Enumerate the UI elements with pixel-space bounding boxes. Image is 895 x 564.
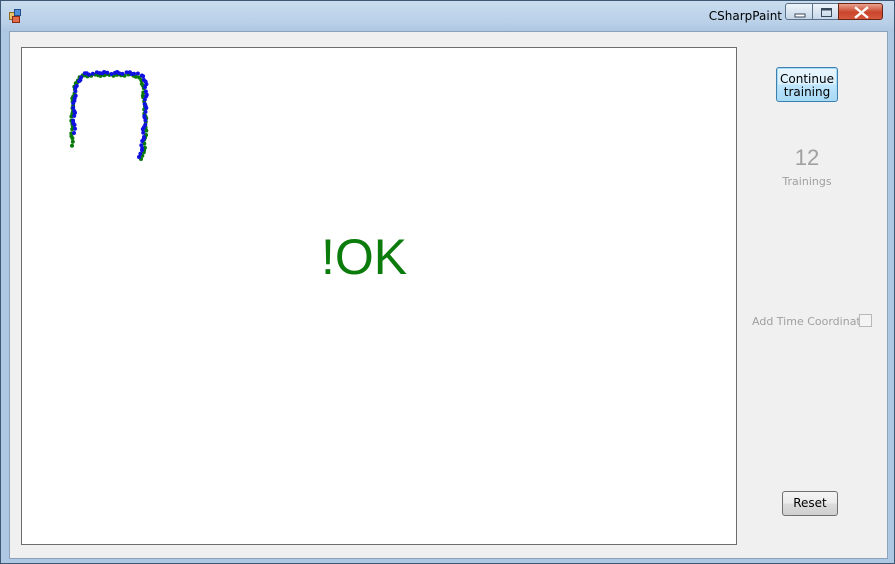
- stroke-dot: [144, 106, 149, 110]
- stroke-dot: [120, 71, 125, 76]
- app-icon: [9, 9, 21, 23]
- drawing-canvas[interactable]: !OK: [21, 47, 737, 545]
- stroke-dot: [137, 155, 141, 159]
- stroke-dot: [140, 127, 145, 132]
- stroke-dot: [73, 93, 78, 98]
- training-count-label: Trainings: [782, 175, 832, 188]
- stroke-dot: [109, 72, 114, 76]
- time-coordinate-label: Add Time Coordinate: [752, 315, 868, 328]
- recognition-result: !OK: [321, 229, 408, 285]
- app-window: CSharpPaint !OK Continue training 12 Tra…: [0, 0, 895, 564]
- time-coordinate-checkbox[interactable]: [859, 314, 872, 327]
- stroke-dot: [73, 89, 78, 94]
- close-button[interactable]: [838, 3, 883, 20]
- stroke-dot: [143, 85, 147, 90]
- stroke-dot: [71, 118, 76, 123]
- minimize-icon: [794, 13, 806, 18]
- close-icon: [854, 6, 869, 19]
- form-client-area: !OK Continue training 12 Trainings Add T…: [9, 31, 888, 559]
- stroke-dot: [143, 109, 148, 114]
- stroke-dot: [71, 105, 76, 110]
- training-count: 12: [794, 145, 820, 170]
- stroke-dot: [105, 70, 110, 75]
- stroke-dot: [72, 131, 76, 135]
- stroke-dot: [140, 148, 144, 153]
- continue-training-button[interactable]: Continue training: [776, 67, 838, 102]
- reset-button[interactable]: Reset: [782, 491, 838, 516]
- stroke-dot: [143, 118, 148, 123]
- stroke-dot: [70, 143, 74, 148]
- drawn-stroke: [69, 70, 149, 161]
- stroke-dot: [70, 139, 75, 144]
- window-title: CSharpPaint: [708, 9, 782, 23]
- maximize-button[interactable]: [812, 3, 839, 20]
- stroke-dot: [142, 97, 147, 102]
- maximize-icon: [821, 8, 832, 17]
- stroke-dot: [132, 71, 136, 76]
- stroke-dot: [135, 71, 140, 76]
- stroke-dot: [79, 75, 84, 80]
- stroke-dot: [74, 83, 79, 88]
- stroke-dot: [87, 72, 91, 77]
- title-bar[interactable]: CSharpPaint: [1, 1, 894, 29]
- stroke-dot: [73, 126, 77, 131]
- stroke-dot: [140, 139, 145, 143]
- minimize-button[interactable]: [785, 3, 813, 20]
- stroke-dot: [141, 74, 146, 79]
- stroke-dot: [141, 130, 146, 135]
- stroke-dot: [90, 71, 95, 76]
